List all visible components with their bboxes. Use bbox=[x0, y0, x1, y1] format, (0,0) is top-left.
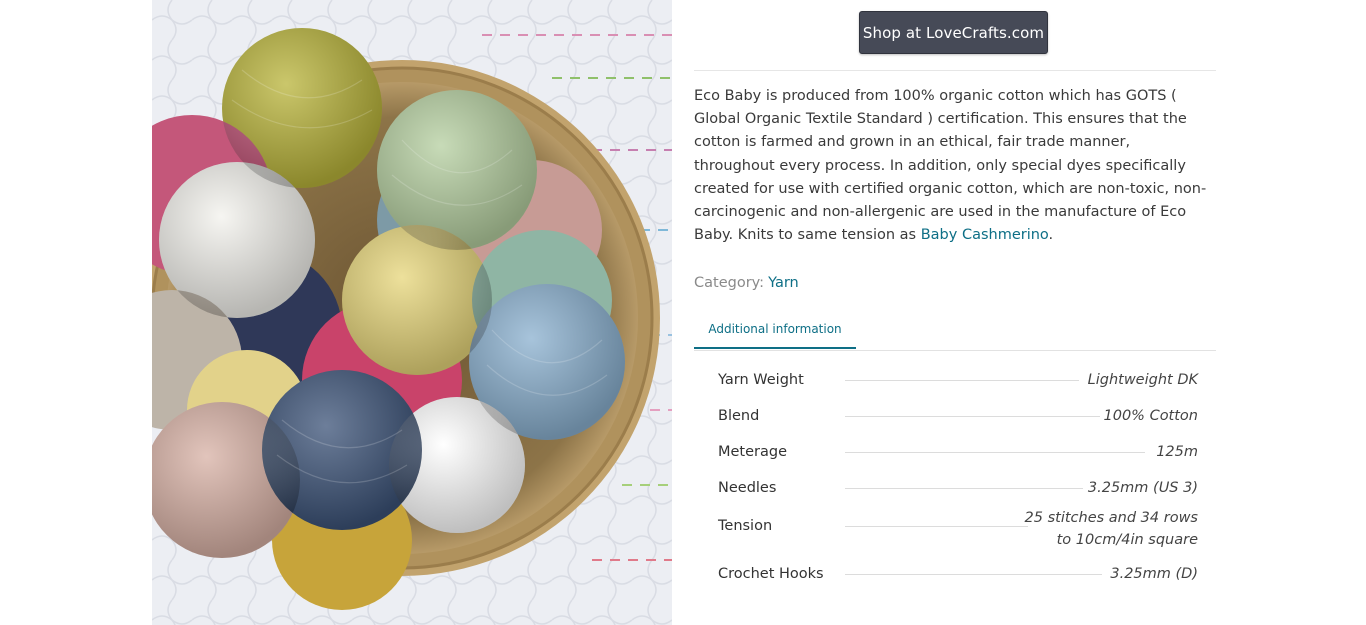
attribute-row-tension: Tension 25 stitches and 34 rows to 10cm/… bbox=[718, 508, 1198, 558]
product-description: Eco Baby is produced from 100% organic c… bbox=[694, 85, 1209, 247]
attribute-value: 25 stitches and 34 rows to 10cm/4in squa… bbox=[1025, 507, 1198, 551]
attribute-value: 125m bbox=[1156, 444, 1198, 460]
attribute-name: Crochet Hooks bbox=[718, 566, 824, 582]
product-info: Shop at LoveCrafts.com Eco Baby is produ… bbox=[694, 0, 1216, 625]
attribute-row-blend: Blend 100% Cotton bbox=[718, 400, 1198, 436]
attribute-row-yarn-weight: Yarn Weight Lightweight DK bbox=[718, 364, 1198, 400]
attribute-value: 100% Cotton bbox=[1103, 408, 1199, 424]
description-text: Eco Baby is produced from 100% organic c… bbox=[694, 88, 1207, 244]
attribute-name: Meterage bbox=[718, 444, 788, 460]
description-end: . bbox=[1048, 227, 1054, 244]
attribute-name: Yarn Weight bbox=[718, 372, 804, 388]
attribute-row-needles: Needles 3.25mm (US 3) bbox=[718, 472, 1198, 508]
tab-additional-information[interactable]: Additional information bbox=[694, 311, 856, 349]
attribute-row-crochet-hooks: Crochet Hooks 3.25mm (D) bbox=[718, 558, 1198, 594]
leader-line bbox=[845, 526, 1028, 527]
attribute-value: Lightweight DK bbox=[1087, 372, 1198, 388]
divider bbox=[694, 70, 1216, 71]
shop-lovecrafts-button[interactable]: Shop at LoveCrafts.com bbox=[859, 11, 1048, 54]
product-category: Category: Yarn bbox=[694, 275, 799, 291]
attribute-name: Needles bbox=[718, 480, 777, 496]
product-tabs: Additional information bbox=[694, 311, 1216, 351]
baby-cashmerino-link[interactable]: Baby Cashmerino bbox=[921, 227, 1049, 243]
category-label: Category: bbox=[694, 275, 765, 291]
leader-line bbox=[845, 452, 1145, 453]
tension-value-line1: 25 stitches and 34 rows bbox=[1024, 510, 1198, 526]
tension-value-line2: to 10cm/4in square bbox=[1056, 532, 1198, 548]
yarn-basket-illustration bbox=[152, 0, 672, 625]
attribute-name: Tension bbox=[718, 518, 773, 534]
tab-label: Additional information bbox=[708, 322, 842, 336]
category-link-yarn[interactable]: Yarn bbox=[768, 275, 799, 291]
additional-information-table: Yarn Weight Lightweight DK Blend 100% Co… bbox=[718, 364, 1198, 594]
leader-line bbox=[845, 416, 1100, 417]
attribute-value: 3.25mm (D) bbox=[1110, 566, 1198, 582]
attribute-name: Blend bbox=[718, 408, 760, 424]
product-image[interactable] bbox=[152, 0, 672, 625]
shop-button-label: Shop at LoveCrafts.com bbox=[862, 23, 1045, 42]
leader-line bbox=[845, 380, 1079, 381]
leader-line bbox=[845, 488, 1083, 489]
leader-line bbox=[845, 574, 1102, 575]
attribute-row-meterage: Meterage 125m bbox=[718, 436, 1198, 472]
attribute-value: 3.25mm (US 3) bbox=[1087, 480, 1198, 496]
